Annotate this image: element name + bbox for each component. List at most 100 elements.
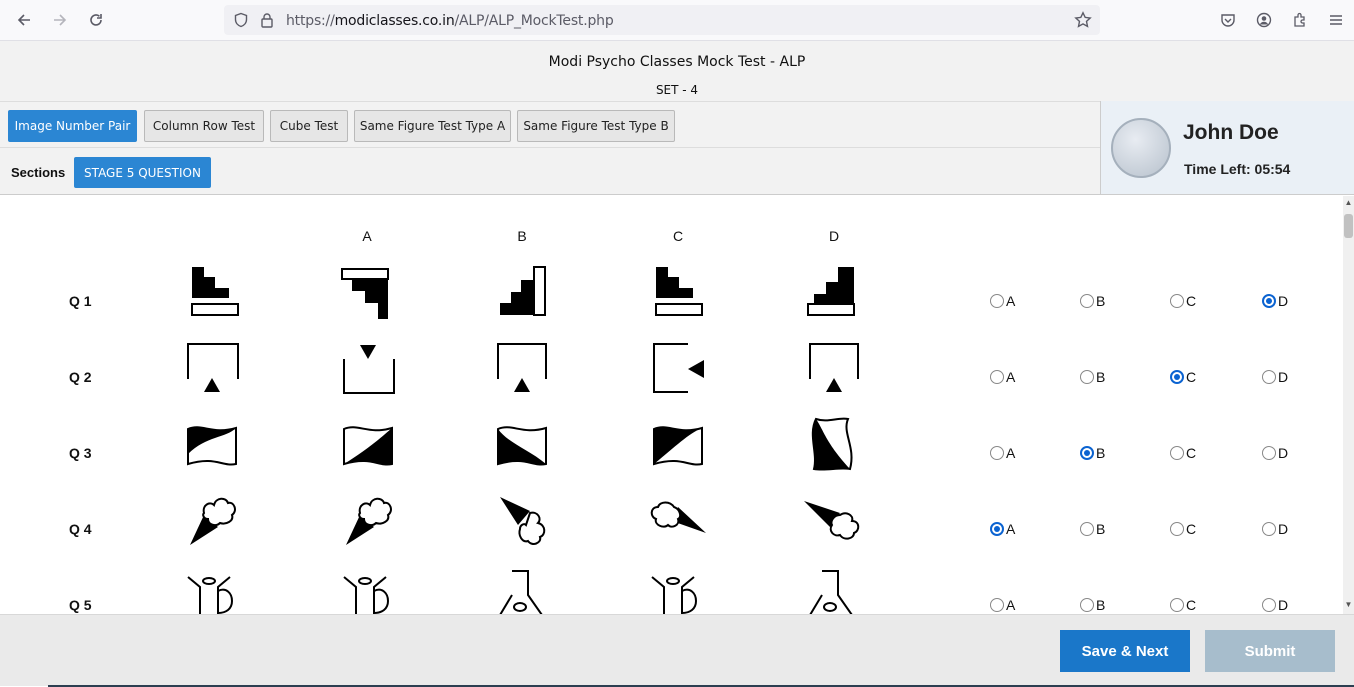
q3-radio-d[interactable] <box>1262 446 1276 460</box>
q2-option-c[interactable]: C <box>1170 369 1196 385</box>
q4-option-a-figure <box>338 491 398 551</box>
q5-option-c[interactable]: C <box>1170 597 1196 613</box>
q3-radio-a[interactable] <box>990 446 1004 460</box>
q3-option-d[interactable]: D <box>1262 445 1288 461</box>
q2-radio-b[interactable] <box>1080 370 1094 384</box>
q3-option-d-figure <box>802 415 862 475</box>
q5-radio-b[interactable] <box>1080 598 1094 612</box>
q3-option-c-label: C <box>1186 445 1197 461</box>
q2-option-d-label: D <box>1278 369 1289 385</box>
submit-button[interactable]: Submit <box>1205 630 1335 672</box>
q3-option-c[interactable]: C <box>1170 445 1196 461</box>
q1-option-b[interactable]: B <box>1080 293 1105 309</box>
sections-bar: Sections STAGE 5 QUESTION <box>0 148 1100 195</box>
q4-option-c-label: C <box>1186 521 1197 537</box>
q4-option-b-figure <box>492 491 552 551</box>
q4-radio-d[interactable] <box>1262 522 1276 536</box>
q3-option-b-label: B <box>1096 445 1106 461</box>
q2-question-figure <box>184 339 244 399</box>
q1-option-b-label: B <box>1096 293 1106 309</box>
vertical-scrollbar[interactable]: ▲ ▼ <box>1343 196 1354 614</box>
q3-option-a[interactable]: A <box>990 445 1015 461</box>
q3-radio-b[interactable] <box>1080 446 1094 460</box>
forward-arrow-icon[interactable] <box>47 8 73 32</box>
q5-radio-a[interactable] <box>990 598 1004 612</box>
q5-option-b[interactable]: B <box>1080 597 1105 613</box>
q1-question-figure <box>184 263 244 323</box>
q1-option-c[interactable]: C <box>1170 293 1196 309</box>
back-arrow-icon[interactable] <box>11 8 37 32</box>
address-bar[interactable]: https://modiclasses.co.in/ALP/ALP_MockTe… <box>224 5 1100 35</box>
q2-option-d-figure <box>802 339 862 399</box>
q1-radio-a[interactable] <box>990 294 1004 308</box>
q5-radio-c[interactable] <box>1170 598 1184 612</box>
q2-option-a[interactable]: A <box>990 369 1015 385</box>
q5-option-b-figure <box>492 567 552 614</box>
q1-radio-c[interactable] <box>1170 294 1184 308</box>
q3-option-b[interactable]: B <box>1080 445 1105 461</box>
q3-option-a-figure <box>338 415 398 475</box>
tab-cube-test[interactable]: Cube Test <box>270 110 348 142</box>
section-stage5-button[interactable]: STAGE 5 QUESTION <box>74 157 211 188</box>
q1-radio-b[interactable] <box>1080 294 1094 308</box>
q5-option-d-figure <box>802 567 862 614</box>
q5-option-a-figure <box>338 567 398 614</box>
menu-icon[interactable] <box>1323 8 1349 32</box>
column-header-b: B <box>517 228 527 244</box>
scroll-thumb[interactable] <box>1344 214 1353 238</box>
q4-option-c[interactable]: C <box>1170 521 1196 537</box>
question-label: Q 3 <box>69 445 92 461</box>
q4-option-d-label: D <box>1278 521 1289 537</box>
q3-option-c-figure <box>648 415 708 475</box>
q5-option-b-label: B <box>1096 597 1106 613</box>
reload-icon[interactable] <box>83 8 109 32</box>
bookmark-star-icon[interactable] <box>1074 11 1092 29</box>
q5-option-d[interactable]: D <box>1262 597 1288 613</box>
scroll-up-arrow-icon[interactable]: ▲ <box>1343 198 1354 210</box>
q3-radio-c[interactable] <box>1170 446 1184 460</box>
set-label: SET - 4 <box>655 83 699 97</box>
q4-option-a-label: A <box>1006 521 1016 537</box>
question-row-4: Q 4 A B C D <box>0 491 1343 567</box>
q4-option-b[interactable]: B <box>1080 521 1105 537</box>
candidate-profile: John Doe Time Left: 05:54 <box>1100 101 1354 195</box>
scroll-down-arrow-icon[interactable]: ▼ <box>1343 600 1354 612</box>
url-text: https://modiclasses.co.in/ALP/ALP_MockTe… <box>286 13 614 29</box>
q4-option-d[interactable]: D <box>1262 521 1288 537</box>
save-next-button[interactable]: Save & Next <box>1060 630 1190 672</box>
q2-option-b[interactable]: B <box>1080 369 1105 385</box>
tab-same-figure-type-a[interactable]: Same Figure Test Type A <box>354 110 511 142</box>
question-row-5: Q 5 A B C D <box>0 567 1343 614</box>
pocket-icon[interactable] <box>1215 8 1241 32</box>
tab-same-figure-type-b[interactable]: Same Figure Test Type B <box>517 110 675 142</box>
q4-radio-c[interactable] <box>1170 522 1184 536</box>
q4-radio-a[interactable] <box>990 522 1004 536</box>
q4-option-c-figure <box>648 491 708 551</box>
q5-option-a[interactable]: A <box>990 597 1015 613</box>
account-icon[interactable] <box>1251 8 1277 32</box>
sections-label: Sections <box>11 165 66 180</box>
tab-column-row-test[interactable]: Column Row Test <box>144 110 264 142</box>
q4-option-a[interactable]: A <box>990 521 1015 537</box>
q5-radio-d[interactable] <box>1262 598 1276 612</box>
q4-option-d-figure <box>802 491 862 551</box>
q4-radio-b[interactable] <box>1080 522 1094 536</box>
tab-image-number-pair[interactable]: Image Number Pair <box>8 110 137 142</box>
q1-option-b-figure <box>492 263 552 323</box>
q3-option-d-label: D <box>1278 445 1289 461</box>
url-host: modiclasses.co.in <box>334 13 455 29</box>
q2-radio-a[interactable] <box>990 370 1004 384</box>
extensions-icon[interactable] <box>1287 8 1313 32</box>
q2-radio-c[interactable] <box>1170 370 1184 384</box>
q4-option-b-label: B <box>1096 521 1106 537</box>
q2-option-c-figure <box>648 339 708 399</box>
q1-option-a-label: A <box>1006 293 1016 309</box>
q2-radio-d[interactable] <box>1262 370 1276 384</box>
q1-option-a-figure <box>338 263 398 323</box>
q1-option-d[interactable]: D <box>1262 293 1288 309</box>
q3-question-figure <box>184 415 244 475</box>
q1-option-a[interactable]: A <box>990 293 1015 309</box>
shield-icon <box>234 12 248 28</box>
q2-option-d[interactable]: D <box>1262 369 1288 385</box>
q1-radio-d[interactable] <box>1262 294 1276 308</box>
